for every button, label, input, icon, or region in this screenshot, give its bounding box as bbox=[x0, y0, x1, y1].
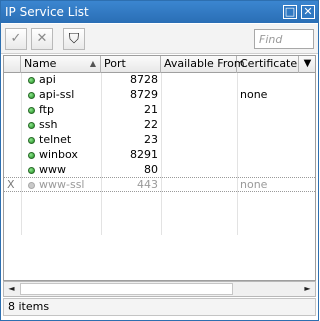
row-flag bbox=[7, 163, 19, 178]
item-count: 8 items bbox=[8, 300, 50, 313]
table-row[interactable]: ftp 21 bbox=[4, 103, 315, 118]
row-flag bbox=[7, 73, 19, 88]
service-certificate bbox=[240, 163, 300, 178]
service-certificate bbox=[240, 73, 300, 88]
row-flag: X bbox=[7, 178, 15, 191]
service-available-from bbox=[164, 118, 236, 133]
filter-icon: ⛉ bbox=[68, 31, 80, 47]
service-available-from bbox=[164, 133, 236, 148]
service-port: 23 bbox=[144, 133, 158, 146]
ip-service-list-window: IP Service List □ ✕ ✓ ✕ ⛉ Name ▲ Port Av… bbox=[0, 0, 319, 321]
service-available-from bbox=[164, 163, 236, 178]
service-certificate bbox=[240, 103, 300, 118]
scroll-right-icon[interactable]: ► bbox=[300, 282, 315, 296]
find-input[interactable] bbox=[254, 29, 314, 49]
columns-menu-button[interactable]: ▼ bbox=[300, 56, 315, 73]
service-available-from bbox=[164, 178, 236, 193]
enable-button[interactable]: ✓ bbox=[5, 28, 27, 50]
column-header-flag[interactable] bbox=[4, 56, 21, 73]
service-name: telnet bbox=[39, 133, 72, 146]
service-available-from bbox=[164, 148, 236, 163]
status-dot-icon bbox=[28, 77, 35, 84]
disable-button[interactable]: ✕ bbox=[31, 28, 53, 50]
row-flag bbox=[7, 118, 19, 133]
service-name: winbox bbox=[39, 148, 78, 161]
service-certificate: none bbox=[240, 178, 268, 191]
title-bar[interactable]: IP Service List □ ✕ bbox=[1, 1, 318, 23]
table-row[interactable]: www 80 bbox=[4, 163, 315, 178]
table-row[interactable]: telnet 23 bbox=[4, 133, 315, 148]
service-certificate bbox=[240, 118, 300, 133]
status-bar: 8 items bbox=[3, 298, 316, 316]
status-dot-icon bbox=[28, 137, 35, 144]
status-dot-icon bbox=[28, 122, 35, 129]
table-row[interactable]: api-ssl 8729 none bbox=[4, 88, 315, 103]
window-title: IP Service List bbox=[5, 5, 89, 19]
service-port: 8729 bbox=[130, 88, 158, 101]
scrollbar-thumb[interactable] bbox=[20, 283, 233, 295]
service-port: 8728 bbox=[130, 73, 158, 86]
table-row[interactable]: ssh 22 bbox=[4, 118, 315, 133]
table-row[interactable]: api 8728 bbox=[4, 73, 315, 88]
check-icon: ✓ bbox=[10, 31, 22, 46]
column-header-available-from[interactable]: Available From bbox=[161, 56, 245, 73]
chevron-down-icon: ▼ bbox=[303, 58, 312, 69]
service-port: 21 bbox=[144, 103, 158, 116]
row-flag bbox=[7, 148, 19, 163]
toolbar: ✓ ✕ ⛉ bbox=[1, 24, 318, 54]
close-button[interactable]: ✕ bbox=[301, 5, 315, 19]
column-header-certificate[interactable]: Certificate bbox=[237, 56, 299, 73]
status-dot-icon bbox=[28, 167, 35, 174]
table-row[interactable]: X www-ssl 443 none bbox=[4, 177, 315, 192]
row-flag bbox=[7, 88, 19, 103]
service-certificate bbox=[240, 133, 300, 148]
row-flag bbox=[7, 133, 19, 148]
service-table: Name ▲ Port Available From Certificate ▼… bbox=[3, 55, 316, 281]
service-available-from bbox=[164, 73, 236, 88]
status-dot-icon bbox=[28, 182, 35, 189]
status-dot-icon bbox=[28, 152, 35, 159]
service-name: www-ssl bbox=[39, 178, 85, 191]
horizontal-scrollbar[interactable]: ◄ ► bbox=[3, 281, 316, 297]
column-header-name[interactable]: Name ▲ bbox=[21, 56, 101, 73]
cross-icon: ✕ bbox=[36, 31, 48, 46]
service-available-from bbox=[164, 88, 236, 103]
service-name: api bbox=[39, 73, 56, 86]
service-port: 22 bbox=[144, 118, 158, 131]
scroll-left-icon[interactable]: ◄ bbox=[4, 282, 19, 296]
service-certificate bbox=[240, 148, 300, 163]
status-dot-icon bbox=[28, 107, 35, 114]
service-name: ftp bbox=[39, 103, 54, 116]
table-row[interactable]: winbox 8291 bbox=[4, 148, 315, 163]
service-port: 443 bbox=[137, 178, 158, 191]
maximize-button[interactable]: □ bbox=[283, 5, 297, 19]
status-dot-icon bbox=[28, 92, 35, 99]
filter-button[interactable]: ⛉ bbox=[63, 28, 85, 50]
service-name: api-ssl bbox=[39, 88, 75, 101]
service-port: 80 bbox=[144, 163, 158, 176]
service-name: ssh bbox=[39, 118, 58, 131]
service-certificate: none bbox=[240, 88, 268, 101]
service-port: 8291 bbox=[130, 148, 158, 161]
service-name: www bbox=[39, 163, 66, 176]
sort-ascending-icon: ▲ bbox=[89, 59, 96, 68]
service-available-from bbox=[164, 103, 236, 118]
column-header-port[interactable]: Port bbox=[101, 56, 161, 73]
table-header: Name ▲ Port Available From Certificate ▼ bbox=[4, 56, 315, 73]
row-flag bbox=[7, 103, 19, 118]
